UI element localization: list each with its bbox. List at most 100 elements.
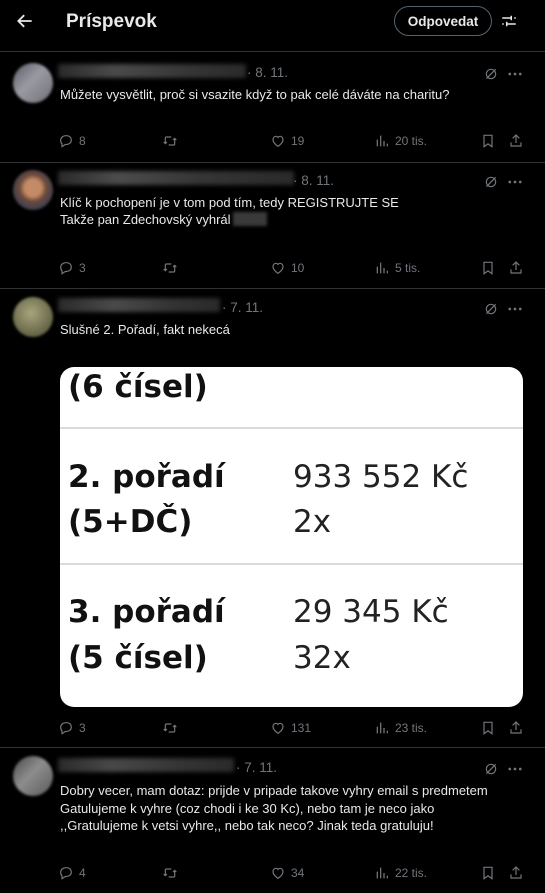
share-icon[interactable] (508, 863, 524, 883)
share-icon[interactable] (508, 258, 524, 278)
reply-count: 8 (79, 134, 86, 148)
retweet-icon (162, 720, 178, 736)
reply-post[interactable]: · 8. 11. Můžete vysvětlit, proč si vsazi… (0, 51, 545, 162)
avatar[interactable] (13, 170, 53, 210)
back-arrow-icon[interactable] (14, 10, 36, 32)
retweet-action[interactable] (162, 131, 178, 151)
image-divider (60, 563, 523, 565)
retweet-icon (162, 865, 178, 881)
like-count: 131 (291, 721, 312, 735)
reply-icon (58, 260, 74, 276)
more-options-icon[interactable] (506, 300, 524, 318)
bookmark-icon[interactable] (480, 718, 496, 738)
view-count: 23 tis. (395, 721, 428, 735)
post-date[interactable]: · 7. 11. (236, 760, 277, 775)
author-name-redacted[interactable] (58, 171, 294, 185)
like-count: 19 (291, 134, 305, 148)
bookmark-icon[interactable] (480, 131, 496, 151)
post-text: Dobry vecer, mam dotaz: prijde v pripade… (60, 782, 530, 835)
image-text: 2. pořadí (68, 459, 225, 495)
image-text: (5 čísel) (68, 640, 208, 676)
post-actions: 8 19 20 tis. (58, 131, 530, 151)
bookmark-icon[interactable] (480, 863, 496, 883)
post-text-line: Takže pan Zdechovský vyhrál (60, 212, 231, 227)
redacted-emoji (232, 212, 267, 226)
image-text: 29 345 Kč (293, 594, 449, 630)
post-date[interactable]: · 8. 11. (293, 173, 334, 188)
page-title: Príspevok (66, 11, 157, 32)
reply-action[interactable]: 4 (58, 863, 86, 883)
like-action[interactable]: 19 (270, 131, 304, 151)
retweet-action[interactable] (162, 258, 178, 278)
retweet-action[interactable] (162, 863, 178, 883)
reply-icon (58, 865, 74, 881)
like-action[interactable]: 10 (270, 258, 304, 278)
author-name-redacted[interactable] (58, 298, 220, 312)
post-text-line: Dobry vecer, mam dotaz: prijde v pripade… (60, 783, 488, 798)
author-name-redacted[interactable] (58, 64, 246, 78)
bar-chart-icon (374, 720, 390, 736)
image-text: 3. pořadí (68, 594, 225, 630)
post-text: Můžete vysvětlit, proč si vsazite když t… (60, 87, 450, 102)
reply-action[interactable]: 8 (58, 131, 86, 151)
grok-icon[interactable] (482, 173, 500, 191)
image-text: (6 čísel) (68, 369, 208, 405)
post-actions: 3 10 5 tis. (58, 258, 530, 278)
retweet-action[interactable] (162, 718, 178, 738)
top-bar: Príspevok Odpovedat (0, 0, 545, 44)
view-count: 22 tis. (395, 866, 428, 880)
reply-icon (58, 133, 74, 149)
reply-icon (58, 720, 74, 736)
more-options-icon[interactable] (506, 65, 524, 83)
reply-button[interactable]: Odpovedat (394, 6, 492, 36)
view-count: 5 tis. (395, 261, 421, 275)
retweet-icon (162, 133, 178, 149)
post-date[interactable]: · 8. 11. (247, 65, 288, 80)
avatar[interactable] (13, 63, 53, 103)
sliders-icon[interactable] (498, 10, 520, 32)
views-action[interactable]: 5 tis. (374, 258, 420, 278)
reply-post[interactable]: · 7. 11. Dobry vecer, mam dotaz: prijde … (0, 747, 545, 893)
share-icon[interactable] (508, 718, 524, 738)
bookmark-icon[interactable] (480, 258, 496, 278)
grok-icon[interactable] (482, 300, 500, 318)
views-action[interactable]: 20 tis. (374, 131, 427, 151)
post-text: Klíč k pochopení je v tom pod tím, tedy … (60, 194, 530, 228)
author-name-redacted[interactable] (58, 758, 234, 772)
like-action[interactable]: 131 (270, 718, 311, 738)
post-image[interactable]: (6 čísel) 2. pořadí (5+DČ) 933 552 Kč 2x… (60, 367, 523, 707)
like-action[interactable]: 34 (270, 863, 304, 883)
avatar[interactable] (13, 297, 53, 337)
post-text: Slušné 2. Pořadí, fakt nekecá (60, 322, 230, 337)
more-options-icon[interactable] (506, 173, 524, 191)
reply-action[interactable]: 3 (58, 258, 86, 278)
views-action[interactable]: 23 tis. (374, 718, 427, 738)
bar-chart-icon (374, 260, 390, 276)
avatar[interactable] (13, 756, 53, 796)
retweet-icon (162, 260, 178, 276)
post-actions: 4 34 22 tis. (58, 863, 530, 883)
post-text-line: ,,Gratulujeme k vetsi vyhre,, nebo tak n… (60, 818, 434, 833)
heart-icon (270, 865, 286, 881)
more-options-icon[interactable] (506, 760, 524, 778)
grok-icon[interactable] (482, 760, 500, 778)
views-action[interactable]: 22 tis. (374, 863, 427, 883)
post-date[interactable]: · 7. 11. (222, 300, 263, 315)
like-count: 10 (291, 261, 305, 275)
image-text: 933 552 Kč (293, 459, 469, 495)
image-divider (60, 427, 523, 429)
reply-count: 3 (79, 261, 86, 275)
heart-icon (270, 133, 286, 149)
heart-icon (270, 260, 286, 276)
reply-count: 3 (79, 721, 86, 735)
reply-post[interactable]: · 8. 11. Klíč k pochopení je v tom pod t… (0, 162, 545, 288)
share-icon[interactable] (508, 131, 524, 151)
post-text-line: Gatulujeme k vyhre (coz chodi i ke 30 Kc… (60, 800, 435, 816)
bar-chart-icon (374, 133, 390, 149)
reply-action[interactable]: 3 (58, 718, 86, 738)
reply-count: 4 (79, 866, 86, 880)
grok-icon[interactable] (482, 65, 500, 83)
image-text: (5+DČ) (68, 504, 193, 540)
post-text-line: Klíč k pochopení je v tom pod tím, tedy … (60, 195, 399, 210)
post-actions: 3 131 23 tis. (58, 718, 530, 738)
